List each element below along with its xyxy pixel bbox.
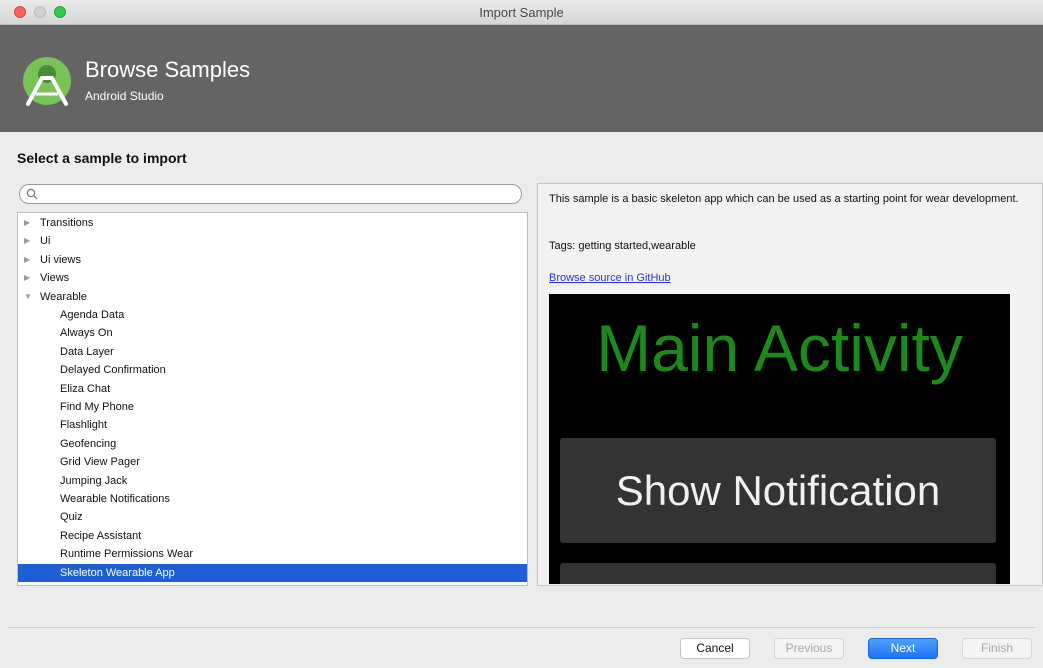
tree-item-label: Always On <box>60 327 113 340</box>
search-icon <box>26 188 38 200</box>
collapsed-arrow-icon[interactable]: ▶ <box>24 232 30 250</box>
tree-item-label: Geofencing <box>60 437 117 450</box>
tree-item-label: Grid View Pager <box>60 456 140 469</box>
tree-item[interactable]: Quiz <box>18 508 527 526</box>
tree-item[interactable]: Find My Phone <box>18 398 527 416</box>
tree-item[interactable]: Flashlight <box>18 416 527 434</box>
tree-item-label: Skeleton Wearable App <box>60 566 175 579</box>
tree-item[interactable]: Recipe Assistant <box>18 527 527 545</box>
tree-item[interactable]: Wearable Notifications <box>18 490 527 508</box>
collapsed-arrow-icon[interactable]: ▶ <box>24 269 30 287</box>
header-title: Browse Samples <box>85 57 251 82</box>
sample-detail-panel: This sample is a basic skeleton app whic… <box>537 183 1043 586</box>
tree-item-label: Delayed Confirmation <box>60 364 166 377</box>
tree-item-label: Ui <box>40 235 51 248</box>
title-bar: Import Sample <box>0 0 1043 25</box>
tree-item[interactable]: Skeleton Wearable App <box>18 563 527 582</box>
tree-item[interactable]: Delayed Confirmation <box>18 361 527 379</box>
tree-item-label: Wearable <box>40 290 87 303</box>
tree-item-label: Transitions <box>40 217 94 229</box>
footer-divider <box>8 627 1035 628</box>
collapsed-arrow-icon[interactable]: ▶ <box>24 251 30 269</box>
tree-item[interactable]: Eliza Chat <box>18 380 527 398</box>
expanded-arrow-icon[interactable]: ▼ <box>24 288 32 306</box>
tree-item-label: Runtime Permissions Wear <box>60 548 194 561</box>
preview-second-button <box>560 563 996 584</box>
tree-item[interactable]: ▶ Transitions <box>18 214 527 232</box>
tree-item-label: Quiz <box>60 511 83 524</box>
sample-preview-image: Main Activity Show Notification <box>549 294 1010 584</box>
preview-show-notification-button: Show Notification <box>560 438 996 543</box>
tree-item[interactable]: Runtime Permissions Wear <box>18 545 527 563</box>
tree-item[interactable]: ▶ Ui views <box>18 251 527 269</box>
browse-github-link[interactable]: Browse source in GitHub <box>549 272 671 284</box>
search-field[interactable] <box>19 184 522 204</box>
tree-item[interactable]: ▶ Ui <box>18 232 527 250</box>
cancel-button[interactable]: Cancel <box>680 638 750 659</box>
sample-description: This sample is a basic skeleton app whic… <box>549 193 1019 205</box>
import-sample-window: Import Sample Browse Samples Android Stu… <box>0 0 1043 668</box>
tree-item-label: Data Layer <box>60 345 114 358</box>
previous-button[interactable]: Previous <box>774 638 844 659</box>
collapsed-arrow-icon[interactable]: ▶ <box>24 214 30 232</box>
section-heading: Select a sample to import <box>17 150 187 166</box>
tree-item[interactable]: Always On <box>18 324 527 342</box>
tree-item-label: Recipe Assistant <box>60 529 142 542</box>
tree-item-label: Agenda Data <box>60 309 125 321</box>
tree-item-label: Wearable Notifications <box>60 493 170 505</box>
tree-item[interactable]: Grid View Pager <box>18 453 527 471</box>
next-button[interactable]: Next <box>868 638 938 659</box>
tree-item-label: Flashlight <box>60 419 108 432</box>
tree-item-label: Find My Phone <box>60 401 134 413</box>
tree-item-label: Views <box>40 272 70 285</box>
tree-item[interactable]: Jumping Jack <box>18 472 527 490</box>
android-studio-logo-icon <box>23 57 71 106</box>
sample-tags: Tags: getting started,wearable <box>549 240 696 252</box>
tree-item[interactable]: Agenda Data <box>18 306 527 324</box>
tree-item[interactable]: Data Layer <box>18 343 527 361</box>
preview-title: Main Activity <box>596 311 963 385</box>
tree-item-label: Ui views <box>40 253 81 266</box>
finish-button[interactable]: Finish <box>962 638 1032 659</box>
tree-item-label: Jumping Jack <box>60 474 128 487</box>
tree-item[interactable]: ▶ Views <box>18 269 527 287</box>
header-banner: Browse Samples Android Studio <box>0 25 1043 132</box>
search-input[interactable] <box>42 186 512 202</box>
tree-item[interactable]: Geofencing <box>18 435 527 453</box>
header-subtitle: Android Studio <box>85 89 164 103</box>
tree-item[interactable]: ▼ Wearable <box>18 288 527 306</box>
sample-tree[interactable]: ▶ Transitions ▶ Ui ▶ Ui views ▶ Views ▼ Wearable A… <box>17 212 528 586</box>
tree-item-label: Eliza Chat <box>60 382 111 395</box>
window-title: Import Sample <box>479 5 564 20</box>
